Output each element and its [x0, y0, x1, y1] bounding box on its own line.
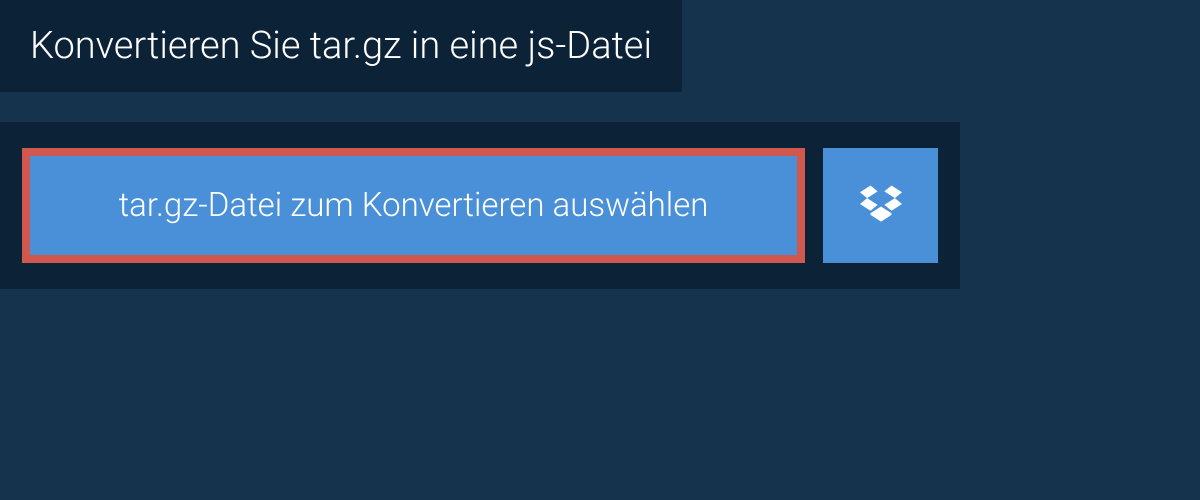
upload-section: tar.gz-Datei zum Konvertieren auswählen [0, 122, 960, 289]
dropbox-button[interactable] [823, 148, 938, 263]
select-file-button[interactable]: tar.gz-Datei zum Konvertieren auswählen [22, 148, 805, 263]
dropbox-icon [860, 183, 902, 229]
page-title-bar: Konvertieren Sie tar.gz in eine js-Datei [0, 0, 682, 92]
select-file-label: tar.gz-Datei zum Konvertieren auswählen [119, 186, 709, 225]
page-title: Konvertieren Sie tar.gz in eine js-Datei [30, 24, 652, 68]
